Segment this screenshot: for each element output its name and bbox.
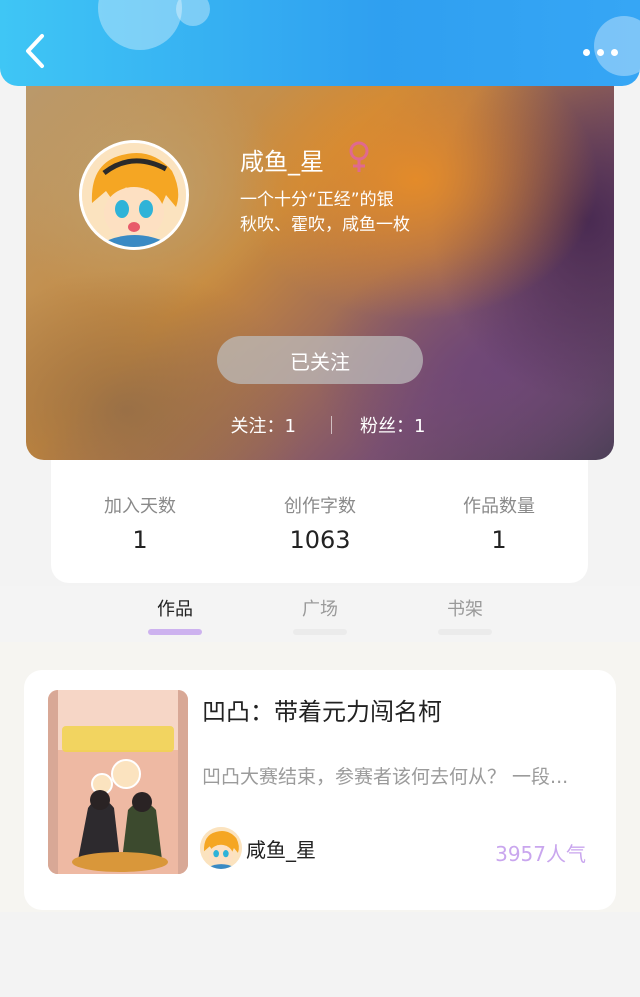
stat-join-days: 加入天数 1 bbox=[70, 492, 210, 554]
work-title[interactable]: 凹凸：带着元力闯名柯 bbox=[202, 692, 442, 727]
tab-bar: 作品 广场 书架 bbox=[0, 586, 640, 642]
tab-square[interactable]: 广场 bbox=[275, 586, 365, 642]
chevron-left-icon bbox=[26, 34, 44, 68]
bio: 一个十分“正经”的银 秋吹、霍吹，咸鱼一枚 bbox=[240, 188, 500, 238]
tab-label: 书架 bbox=[447, 599, 483, 620]
author-name: 咸鱼_星 bbox=[246, 837, 316, 862]
stat-value: 1 bbox=[132, 526, 148, 554]
decor-bubble bbox=[98, 0, 182, 50]
tab-label: 作品 bbox=[157, 599, 193, 620]
stat-label: 创作字数 bbox=[284, 496, 356, 517]
profile-header: 咸鱼_星 一个十分“正经”的银 秋吹、霍吹，咸鱼一枚 已关注 关注：1 粉丝：1 bbox=[26, 70, 614, 460]
stat-word-count: 创作字数 1063 bbox=[250, 492, 390, 554]
stat-label: 加入天数 bbox=[104, 496, 176, 517]
back-button[interactable] bbox=[20, 30, 56, 72]
dot-icon bbox=[610, 48, 618, 56]
stat-work-count: 作品数量 1 bbox=[429, 492, 569, 554]
more-button[interactable] bbox=[574, 40, 626, 64]
author-info[interactable]: 咸鱼_星 bbox=[200, 826, 316, 870]
stat-value: 1 bbox=[491, 526, 507, 554]
work-description: 凹凸大赛结束，参赛者该何去何从？ 一段... bbox=[202, 766, 569, 788]
stat-label: 作品数量 bbox=[463, 496, 535, 517]
top-bar bbox=[0, 0, 640, 86]
follow-stats: 关注：1 粉丝：1 bbox=[26, 410, 614, 440]
author-avatar bbox=[200, 827, 242, 869]
fans-count[interactable]: 粉丝：1 bbox=[360, 412, 425, 438]
popularity-count: 3957人气 bbox=[495, 842, 586, 866]
female-icon bbox=[349, 141, 369, 172]
tab-indicator bbox=[293, 629, 347, 635]
tab-label: 广场 bbox=[302, 599, 338, 620]
follow-button[interactable]: 已关注 bbox=[217, 336, 423, 384]
following-count[interactable]: 关注：1 bbox=[231, 412, 296, 438]
tab-bookshelf[interactable]: 书架 bbox=[420, 586, 510, 642]
work-card[interactable]: 凹凸：带着元力闯名柯 凹凸大赛结束，参赛者该何去何从？ 一段... 咸鱼_星 3… bbox=[24, 670, 616, 910]
tab-indicator bbox=[438, 629, 492, 635]
divider bbox=[331, 416, 332, 434]
stat-value: 1063 bbox=[289, 526, 351, 554]
tab-indicator bbox=[148, 629, 202, 635]
cover-image bbox=[48, 690, 188, 874]
username: 咸鱼_星 bbox=[240, 148, 324, 176]
stats-card: 加入天数 1 创作字数 1063 作品数量 1 bbox=[51, 450, 588, 583]
decor-bubble bbox=[176, 0, 210, 26]
avatar-image bbox=[82, 143, 186, 247]
bio-line: 一个十分“正经”的银 bbox=[240, 190, 394, 210]
tab-works[interactable]: 作品 bbox=[130, 586, 220, 642]
avatar-image bbox=[200, 827, 242, 869]
book-cover bbox=[48, 690, 188, 874]
bio-line: 秋吹、霍吹，咸鱼一枚 bbox=[240, 215, 410, 235]
dot-icon bbox=[582, 48, 590, 56]
dot-icon bbox=[596, 48, 604, 56]
avatar[interactable] bbox=[79, 140, 189, 250]
